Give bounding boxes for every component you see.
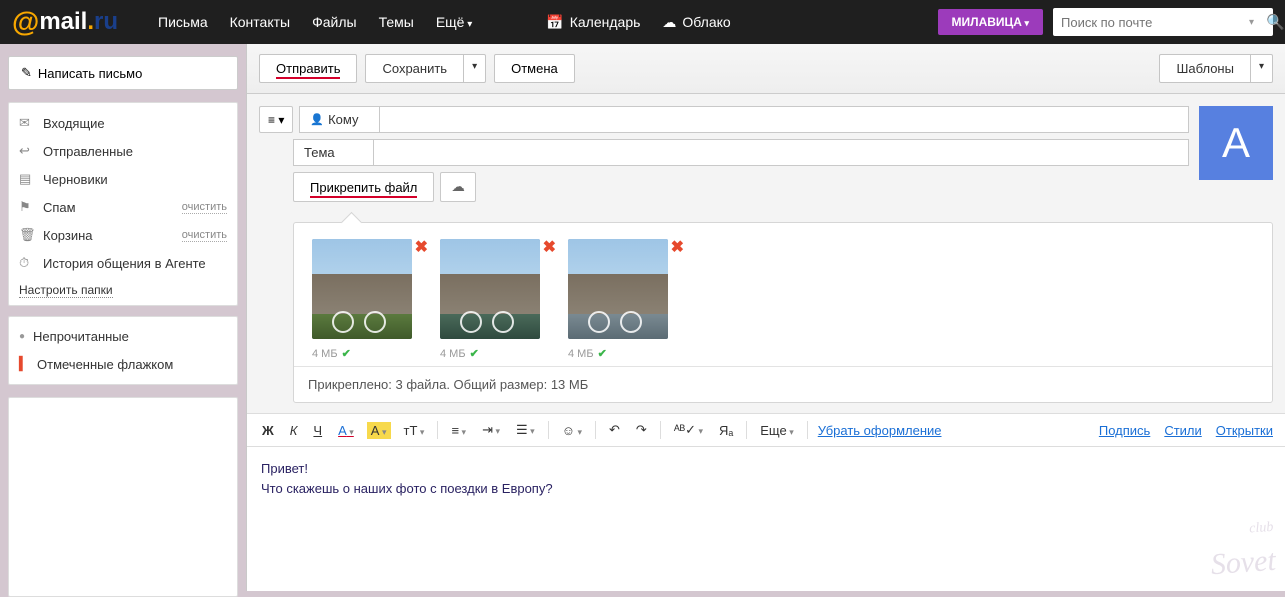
compose-button[interactable]: ✎Написать письмо — [8, 56, 238, 90]
recipient-options[interactable]: ≡ ▾ — [259, 106, 293, 133]
attachment-item: ✖ 4 МБ✔ — [312, 239, 412, 360]
watermark: clubSovet — [1208, 517, 1277, 587]
body-line: Привет! — [261, 459, 1271, 479]
styles-link[interactable]: Стили — [1164, 423, 1201, 438]
main-nav: Письма Контакты Файлы Темы Ещё 📅Календар… — [158, 14, 731, 31]
remove-attachment-icon[interactable]: ✖ — [415, 237, 428, 257]
calendar-icon: 📅 — [546, 14, 563, 30]
signature-link[interactable]: Подпись — [1099, 423, 1150, 438]
attach-file-button[interactable]: Прикрепить файл — [293, 172, 434, 202]
attachments-summary: Прикреплено: 3 файла. Общий размер: 13 М… — [294, 366, 1272, 402]
indent-button[interactable]: ⇥ — [479, 420, 503, 440]
bold-button[interactable]: Ж — [259, 421, 277, 440]
editor-more-button[interactable]: Еще — [757, 421, 796, 440]
body-line: Что скажешь о наших фото с поездки в Евр… — [261, 479, 1271, 499]
folder-list: ✉Входящие ↩Отправленные ▤Черновики ⚑Спам… — [8, 102, 238, 306]
align-button[interactable]: ≡ — [448, 421, 469, 440]
sidebar: ✎Написать письмо ✉Входящие ↩Отправленные… — [0, 44, 246, 591]
editor-toolbar: Ж К Ч А А тТ ≡ ⇥ ☰ ☺ ↶ ↷ ᴬᴮ✓ Яₐ Еще Убра… — [247, 413, 1285, 447]
compose-toolbar: Отправить Сохранить▾ Отмена Шаблоны▾ — [247, 44, 1285, 94]
attachment-size: 4 МБ — [440, 348, 466, 360]
nav-files[interactable]: Файлы — [312, 14, 356, 31]
main-area: Отправить Сохранить▾ Отмена Шаблоны▾ ≡ ▾… — [246, 44, 1285, 591]
folder-sent[interactable]: ↩Отправленные — [9, 137, 237, 165]
emoji-button[interactable]: ☺ — [559, 421, 585, 440]
clear-trash[interactable]: очистить — [182, 229, 227, 242]
sidebar-widget — [8, 397, 238, 597]
attachment-thumbnail[interactable] — [440, 239, 540, 339]
avatar: А — [1199, 106, 1273, 180]
attachment-thumbnail[interactable] — [568, 239, 668, 339]
list-button[interactable]: ☰ — [513, 420, 538, 440]
nav-calendar[interactable]: 📅Календарь — [546, 14, 640, 31]
attachment-size: 4 МБ — [312, 348, 338, 360]
search-box: ▾ 🔍 — [1053, 8, 1273, 36]
highlight-button[interactable]: А — [367, 422, 391, 439]
app-header: @mail.ru Письма Контакты Файлы Темы Ещё … — [0, 0, 1285, 44]
folder-trash[interactable]: 🗑Корзинаочистить — [9, 221, 237, 249]
search-icon[interactable]: 🔍 — [1258, 13, 1285, 31]
search-options[interactable]: ▾ — [1245, 17, 1258, 28]
nav-more[interactable]: Ещё — [436, 14, 472, 31]
text-color-button[interactable]: А — [335, 421, 357, 440]
clear-spam[interactable]: очистить — [182, 201, 227, 214]
folder-spam[interactable]: ⚑Спамочистить — [9, 193, 237, 221]
to-label-button[interactable]: 👤Кому — [299, 106, 379, 133]
remove-formatting-link[interactable]: Убрать оформление — [818, 423, 942, 438]
person-icon: 👤 — [310, 113, 324, 126]
folder-settings-link[interactable]: Настроить папки — [9, 277, 237, 299]
nav-cloud[interactable]: ☁Облако — [662, 14, 730, 31]
trash-icon: 🗑 — [19, 227, 35, 243]
nav-mail[interactable]: Письма — [158, 14, 208, 31]
spellcheck-button[interactable]: ᴬᴮ✓ — [671, 420, 706, 440]
attachment-item: ✖ 4 МБ✔ — [440, 239, 540, 360]
filter-unread[interactable]: Непрочитанные — [9, 323, 237, 350]
subject-input[interactable] — [373, 139, 1189, 166]
cancel-button[interactable]: Отмена — [494, 54, 575, 83]
templates-button[interactable]: Шаблоны▾ — [1159, 54, 1273, 83]
save-button[interactable]: Сохранить▾ — [365, 54, 486, 83]
filter-flagged[interactable]: Отмеченные флажком — [9, 350, 237, 378]
undo-button[interactable]: ↶ — [606, 420, 623, 440]
editor-body[interactable]: Привет! Что скажешь о наших фото с поезд… — [247, 447, 1285, 591]
send-button[interactable]: Отправить — [259, 54, 357, 83]
to-input[interactable] — [379, 106, 1189, 133]
underline-button[interactable]: Ч — [310, 421, 325, 440]
attachment-thumbnail[interactable] — [312, 239, 412, 339]
folder-drafts[interactable]: ▤Черновики — [9, 165, 237, 193]
drafts-icon: ▤ — [19, 171, 35, 187]
attach-cloud-button[interactable]: ☁ — [440, 172, 475, 202]
check-icon: ✔ — [598, 347, 607, 360]
history-icon: ⏱ — [19, 255, 35, 271]
remove-attachment-icon[interactable]: ✖ — [543, 237, 556, 257]
attachment-item: ✖ 4 МБ✔ — [568, 239, 668, 360]
postcards-link[interactable]: Открытки — [1216, 423, 1273, 438]
inbox-icon: ✉ — [19, 115, 35, 131]
search-input[interactable] — [1053, 15, 1245, 30]
filter-list: Непрочитанные Отмеченные флажком — [8, 316, 238, 385]
translate-button[interactable]: Яₐ — [716, 421, 736, 440]
remove-attachment-icon[interactable]: ✖ — [671, 237, 684, 257]
attachment-size: 4 МБ — [568, 348, 594, 360]
subject-label: Тема — [293, 139, 373, 166]
spam-icon: ⚑ — [19, 199, 35, 215]
cloud-icon: ☁ — [451, 179, 464, 194]
save-caret[interactable]: ▾ — [464, 55, 485, 82]
nav-themes[interactable]: Темы — [379, 14, 414, 31]
logo[interactable]: @mail.ru — [12, 6, 118, 38]
folder-agent-history[interactable]: ⏱История общения в Агенте — [9, 249, 237, 277]
redo-button[interactable]: ↷ — [633, 420, 650, 440]
check-icon: ✔ — [342, 347, 351, 360]
attachments-panel: ✖ 4 МБ ✔ ✖ 4 МБ ✔ ✖ 4 МБ ✔ Прикреплено: 3 ф… — [293, 222, 1273, 403]
font-size-button[interactable]: тТ — [401, 421, 428, 440]
user-menu[interactable]: МИЛАВИЦА — [938, 9, 1043, 35]
folder-inbox[interactable]: ✉Входящие — [9, 109, 237, 137]
edit-icon: ✎ — [21, 65, 32, 81]
sent-icon: ↩ — [19, 143, 35, 159]
italic-button[interactable]: К — [287, 421, 301, 440]
cloud-icon: ☁ — [662, 14, 676, 30]
check-icon: ✔ — [470, 347, 479, 360]
nav-contacts[interactable]: Контакты — [230, 14, 290, 31]
